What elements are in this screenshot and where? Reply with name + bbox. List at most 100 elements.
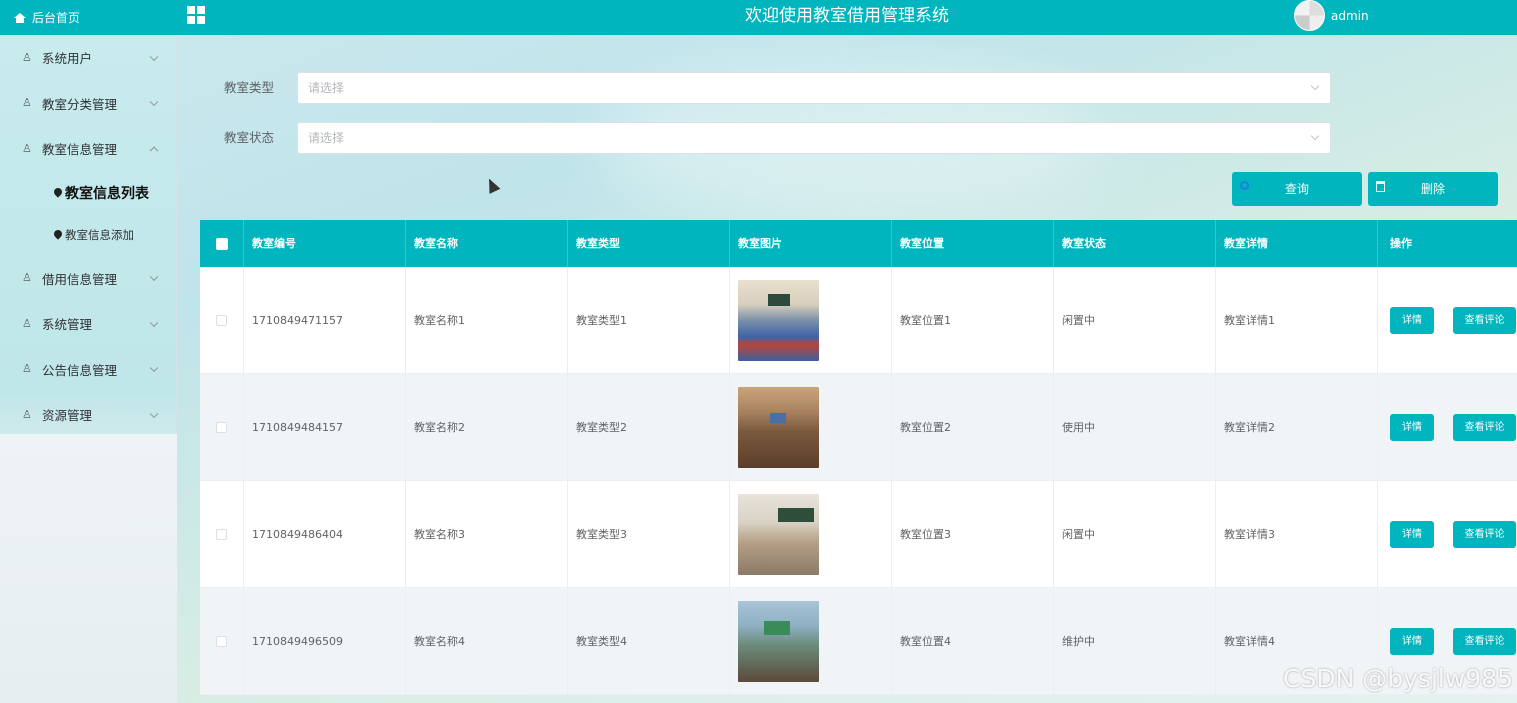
- search-button-label: 查询: [1284, 182, 1309, 196]
- detail-button[interactable]: 详情: [1390, 627, 1434, 655]
- avatar[interactable]: [1294, 0, 1325, 31]
- cell-id: 1710849484157: [244, 374, 406, 480]
- column-header[interactable]: 教室图片: [730, 220, 892, 267]
- chevron-down-icon: [149, 97, 159, 107]
- classroom-image[interactable]: [738, 279, 819, 361]
- location-pin-icon: [54, 188, 62, 198]
- user-icon: ♙: [22, 96, 32, 110]
- location-pin-icon: [54, 230, 62, 240]
- sidebar-home-link[interactable]: 后台首页: [0, 0, 177, 35]
- sidebar-subitem-classroom-add[interactable]: 教室信息添加: [0, 214, 177, 256]
- column-header[interactable]: 教室编号: [244, 220, 406, 267]
- sidebar-item-label: 资源管理: [42, 408, 93, 424]
- cell-image: [730, 588, 892, 694]
- classroom-type-select[interactable]: 请选择: [297, 72, 1331, 104]
- view-comments-button[interactable]: 查看评论: [1453, 413, 1516, 441]
- user-icon: ♙: [22, 141, 32, 155]
- sidebar-item-resources[interactable]: ♙ 资源管理: [0, 392, 177, 438]
- chevron-down-icon: [149, 272, 159, 282]
- trash-icon: [1376, 181, 1385, 192]
- column-header[interactable]: 教室类型: [568, 220, 730, 267]
- row-checkbox[interactable]: [216, 528, 227, 540]
- row-checkbox[interactable]: [216, 314, 227, 326]
- sidebar-subitem-label: 教室信息添加: [65, 227, 134, 242]
- search-button[interactable]: 查询: [1232, 172, 1362, 206]
- cell-id: 1710849486404: [244, 481, 406, 587]
- sidebar-item-borrow-info[interactable]: ♙ 借用信息管理: [0, 256, 177, 302]
- select-placeholder: 请选择: [308, 131, 345, 145]
- search-icon: [1240, 181, 1249, 190]
- view-comments-button[interactable]: 查看评论: [1453, 520, 1516, 548]
- cell-id: 1710849496509: [244, 588, 406, 694]
- column-header[interactable]: 教室详情: [1216, 220, 1378, 267]
- select-placeholder: 请选择: [308, 81, 345, 95]
- cell-name: 教室名称4: [406, 588, 568, 694]
- user-icon: ♙: [22, 50, 32, 64]
- table-header: 教室编号 教室名称 教室类型 教室图片 教室位置 教室状态 教室详情 操作: [200, 220, 1517, 267]
- classroom-image[interactable]: [738, 493, 819, 575]
- sidebar-item-system-users[interactable]: ♙ 系统用户: [0, 35, 177, 81]
- sidebar-item-announcement[interactable]: ♙ 公告信息管理: [0, 347, 177, 393]
- cell-location: 教室位置2: [892, 374, 1054, 480]
- view-comments-button[interactable]: 查看评论: [1453, 627, 1516, 655]
- sidebar-item-system-management[interactable]: ♙ 系统管理: [0, 301, 177, 347]
- cell-status: 维护中: [1054, 588, 1216, 694]
- sidebar-item-label: 系统用户: [42, 51, 93, 67]
- top-header: 欢迎使用教室借用管理系统 admin: [177, 0, 1517, 35]
- classroom-image[interactable]: [738, 386, 819, 468]
- sidebar-item-label: 公告信息管理: [42, 362, 118, 378]
- cell-location: 教室位置3: [892, 481, 1054, 587]
- row-checkbox-cell: [200, 588, 244, 694]
- delete-button[interactable]: 删除: [1368, 172, 1498, 206]
- cell-detail: 教室详情1: [1216, 267, 1378, 373]
- cell-image: [730, 481, 892, 587]
- sidebar-item-label: 教室分类管理: [42, 96, 118, 112]
- detail-button[interactable]: 详情: [1390, 520, 1434, 548]
- user-icon: ♙: [22, 316, 32, 330]
- detail-button[interactable]: 详情: [1390, 413, 1434, 441]
- column-header[interactable]: 教室名称: [406, 220, 568, 267]
- cell-id: 1710849471157: [244, 267, 406, 373]
- sidebar: 后台首页 ♙ 系统用户 ♙ 教室分类管理 ♙ 教室信息管理 教室信息列表 教室信…: [0, 0, 177, 703]
- username[interactable]: admin: [1331, 0, 1369, 33]
- detail-button[interactable]: 详情: [1390, 306, 1434, 334]
- row-checkbox[interactable]: [216, 421, 227, 433]
- user-icon: ♙: [22, 362, 32, 376]
- row-checkbox[interactable]: [216, 635, 227, 647]
- home-icon: [14, 12, 26, 23]
- cell-image: [730, 267, 892, 373]
- cell-name: 教室名称1: [406, 267, 568, 373]
- table-row: 1710849486404 教室名称3 教室类型3 教室位置3 闲置中 教室详情…: [200, 481, 1517, 588]
- cell-actions: 详情 查看评论: [1378, 481, 1517, 587]
- table-row: 1710849471157 教室名称1 教室类型1 教室位置1 闲置中 教室详情…: [200, 267, 1517, 374]
- cell-status: 闲置中: [1054, 267, 1216, 373]
- cell-location: 教室位置4: [892, 588, 1054, 694]
- cell-name: 教室名称2: [406, 374, 568, 480]
- cell-location: 教室位置1: [892, 267, 1054, 373]
- chevron-down-icon: [149, 318, 159, 327]
- table-row: 1710849484157 教室名称2 教室类型2 教室位置2 使用中 教室详情…: [200, 374, 1517, 481]
- cell-type: 教室类型4: [568, 588, 730, 694]
- cell-actions: 详情 查看评论: [1378, 374, 1517, 480]
- classroom-image[interactable]: [738, 600, 819, 682]
- row-checkbox-cell: [200, 481, 244, 587]
- column-header[interactable]: 教室状态: [1054, 220, 1216, 267]
- column-header[interactable]: 教室位置: [892, 220, 1054, 267]
- cell-type: 教室类型3: [568, 481, 730, 587]
- cell-detail: 教室详情2: [1216, 374, 1378, 480]
- main-content: 教室类型 请选择 教室状态 请选择 查询 删除 教室编号 教室名称 教室类型 教…: [177, 35, 1517, 703]
- sidebar-item-classroom-category[interactable]: ♙ 教室分类管理: [0, 81, 177, 127]
- cell-type: 教室类型2: [568, 374, 730, 480]
- view-comments-button[interactable]: 查看评论: [1453, 306, 1516, 334]
- chevron-up-icon: [149, 146, 159, 155]
- classroom-table: 教室编号 教室名称 教室类型 教室图片 教室位置 教室状态 教室详情 操作 17…: [200, 220, 1517, 695]
- row-checkbox-cell: [200, 374, 244, 480]
- filter-type-label: 教室类型: [224, 80, 275, 95]
- sidebar-subitem-classroom-list[interactable]: 教室信息列表: [0, 172, 177, 214]
- chevron-down-icon: [149, 409, 159, 418]
- cell-detail: 教室详情3: [1216, 481, 1378, 587]
- classroom-status-select[interactable]: 请选择: [297, 122, 1331, 154]
- select-all-checkbox[interactable]: [215, 237, 228, 250]
- sidebar-home-label: 后台首页: [32, 11, 81, 25]
- sidebar-item-classroom-info[interactable]: ♙ 教室信息管理: [0, 126, 177, 172]
